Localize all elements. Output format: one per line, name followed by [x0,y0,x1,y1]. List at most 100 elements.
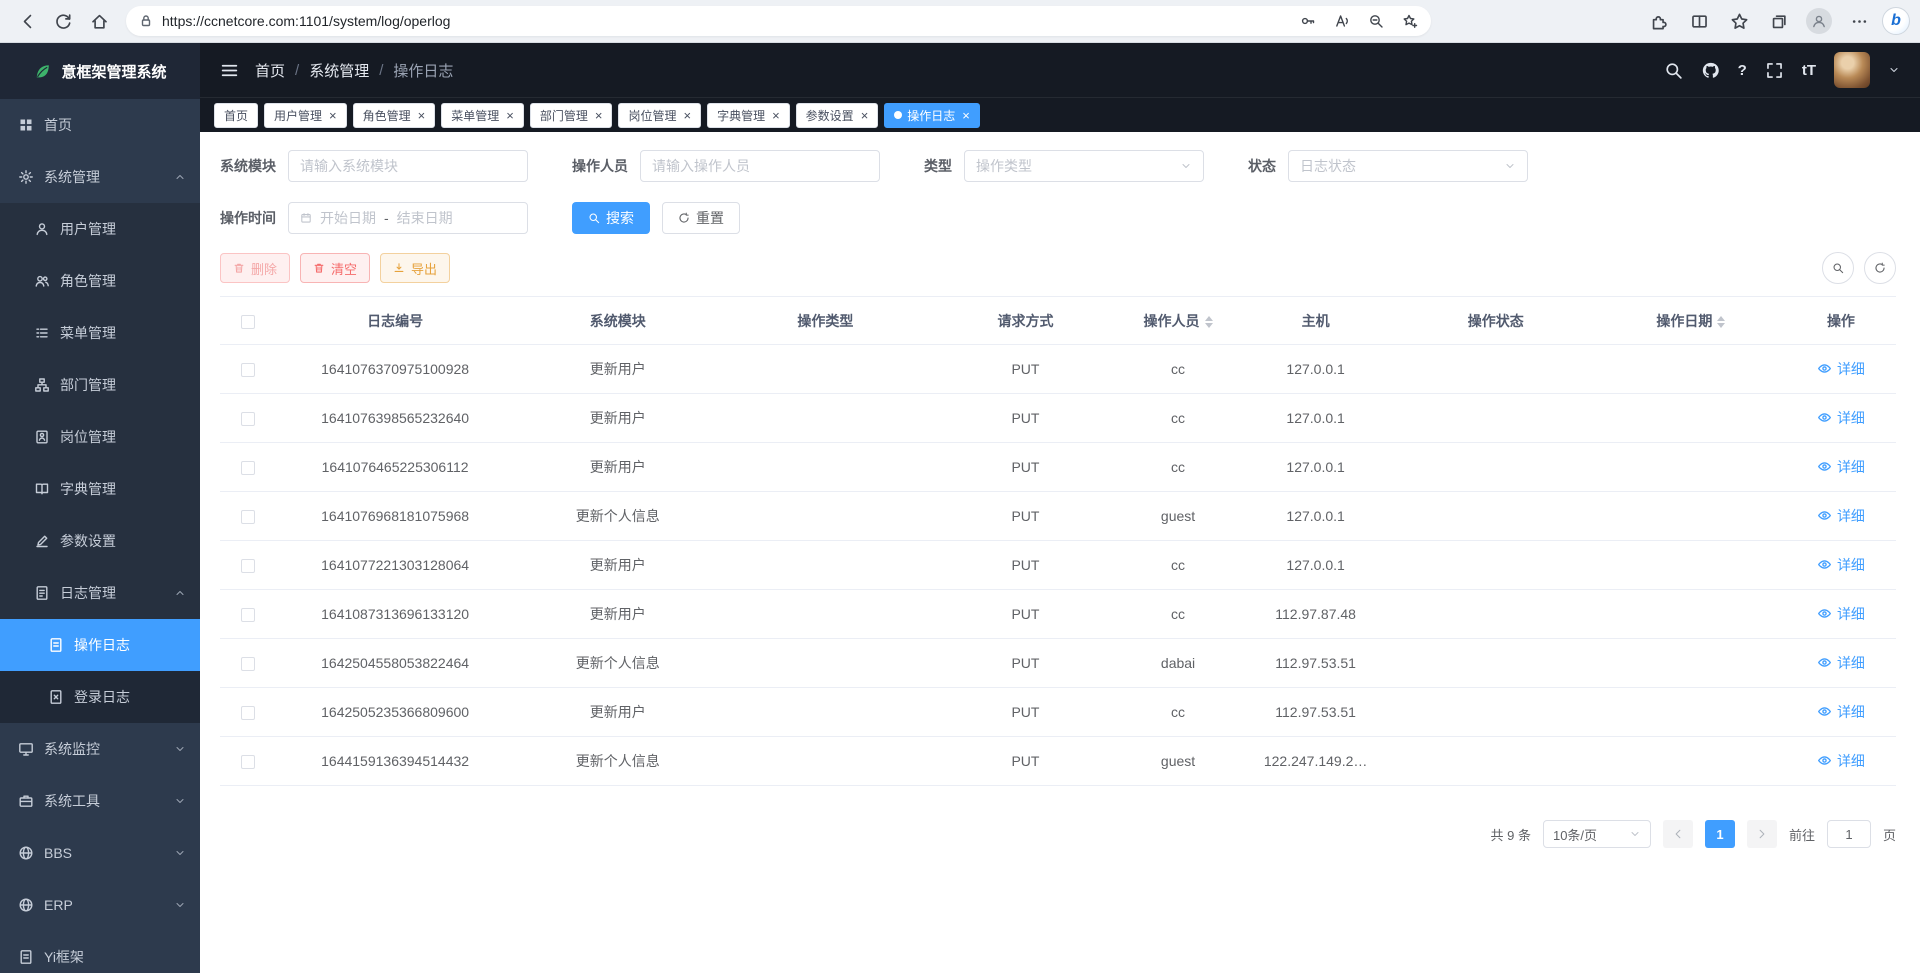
sidebar-item-tool[interactable]: 系统工具 [0,775,200,827]
font-size-button[interactable]: tT [1802,62,1816,79]
tab-post[interactable]: 岗位管理× [618,103,701,128]
detail-link[interactable]: 详细 [1817,457,1865,477]
bing-copilot-button[interactable]: b [1882,7,1910,35]
sidebar-item-menu[interactable]: 菜单管理 [0,307,200,359]
tab-close-icon[interactable]: × [329,109,337,122]
refresh-table-button[interactable] [1864,252,1896,284]
column-header-date[interactable]: 操作日期 [1596,297,1786,345]
github-link[interactable] [1701,61,1720,80]
collections-button[interactable] [1762,5,1796,37]
detail-link[interactable]: 详细 [1817,359,1865,379]
tab-home[interactable]: 首页 [214,103,258,128]
sidebar-item-yi[interactable]: Yi框架 [0,931,200,973]
tab-dict[interactable]: 字典管理× [707,103,790,128]
start-date-placeholder[interactable]: 开始日期 [320,208,376,228]
delete-button[interactable]: 删除 [220,253,290,283]
breadcrumb-item[interactable]: 首页 [255,60,285,81]
detail-link[interactable]: 详细 [1817,408,1865,428]
page-size-select[interactable]: 10条/页 [1543,820,1651,848]
sidebar-item-role[interactable]: 角色管理 [0,255,200,307]
select-all-checkbox[interactable] [241,315,255,329]
sort-carets[interactable] [1717,316,1725,328]
tab-dept[interactable]: 部门管理× [530,103,613,128]
url-text[interactable]: https://ccnetcore.com:1101/system/log/op… [162,13,450,29]
sidebar-item-dict[interactable]: 字典管理 [0,463,200,515]
end-date-placeholder[interactable]: 结束日期 [397,208,453,228]
row-checkbox[interactable] [241,363,255,377]
table-row[interactable]: 1644159136394514432更新个人信息PUTguest122.247… [220,737,1896,786]
row-checkbox[interactable] [241,559,255,573]
type-select[interactable]: 操作类型 [964,150,1204,182]
tab-user[interactable]: 用户管理× [264,103,347,128]
tab-menu[interactable]: 菜单管理× [441,103,524,128]
detail-link[interactable]: 详细 [1817,653,1865,673]
row-checkbox[interactable] [241,608,255,622]
detail-link[interactable]: 详细 [1817,604,1865,624]
tab-close-icon[interactable]: × [962,109,970,122]
detail-link[interactable]: 详细 [1817,751,1865,771]
address-bar[interactable]: https://ccnetcore.com:1101/system/log/op… [126,6,1431,36]
breadcrumb-item[interactable]: 系统管理 [309,60,369,81]
page-number-button[interactable]: 1 [1705,820,1735,848]
toggle-search-button[interactable] [1822,252,1854,284]
header-search-button[interactable] [1664,61,1683,80]
table-row[interactable]: 1641087313696133120更新用户PUTcc112.97.87.48… [220,590,1896,639]
sidebar-item-bbs[interactable]: BBS [0,827,200,879]
tab-close-icon[interactable]: × [683,109,691,122]
table-row[interactable]: 1641076968181075968更新个人信息PUTguest127.0.0… [220,492,1896,541]
collapse-sidebar-button[interactable] [220,61,239,80]
sidebar-item-user[interactable]: 用户管理 [0,203,200,255]
favorites-button[interactable] [1722,5,1756,37]
export-button[interactable]: 导出 [380,253,450,283]
zoom-button[interactable] [1361,8,1391,34]
fullscreen-button[interactable] [1765,61,1784,80]
tab-close-icon[interactable]: × [506,109,514,122]
search-button[interactable]: 搜索 [572,202,650,234]
operator-input[interactable] [652,158,868,174]
table-row[interactable]: 1642505235366809600更新用户PUTcc112.97.53.51… [220,688,1896,737]
next-page-button[interactable] [1747,820,1777,848]
sidebar-item-operlog[interactable]: 操作日志 [0,619,200,671]
tab-param[interactable]: 参数设置× [796,103,879,128]
date-range-picker[interactable]: 开始日期 - 结束日期 [288,202,528,234]
tab-role[interactable]: 角色管理× [353,103,436,128]
tab-close-icon[interactable]: × [595,109,603,122]
table-row[interactable]: 1641077221303128064更新用户PUTcc127.0.0.1详细 [220,541,1896,590]
help-button[interactable]: ? [1738,62,1747,79]
split-screen-button[interactable] [1682,5,1716,37]
detail-link[interactable]: 详细 [1817,555,1865,575]
reset-button[interactable]: 重置 [662,202,740,234]
tab-close-icon[interactable]: × [772,109,780,122]
module-input[interactable] [300,158,516,174]
row-checkbox[interactable] [241,461,255,475]
add-favorite-button[interactable] [1395,8,1425,34]
table-row[interactable]: 1642504558053822464更新个人信息PUTdabai112.97.… [220,639,1896,688]
column-header-operator[interactable]: 操作人员 [1121,297,1236,345]
extensions-button[interactable] [1642,5,1676,37]
sidebar-item-post[interactable]: 岗位管理 [0,411,200,463]
chevron-down-icon[interactable] [1888,64,1900,76]
breadcrumb-item[interactable]: 操作日志 [393,60,453,81]
row-checkbox[interactable] [241,412,255,426]
tab-close-icon[interactable]: × [861,109,869,122]
tab-operlog[interactable]: 操作日志× [884,103,980,128]
browser-refresh-button[interactable] [46,5,80,37]
prev-page-button[interactable] [1663,820,1693,848]
password-key-button[interactable] [1293,8,1323,34]
sidebar-item-home[interactable]: 首页 [0,99,200,151]
app-logo[interactable]: 意框架管理系统 [0,43,200,99]
browser-profile-button[interactable] [1802,5,1836,37]
table-row[interactable]: 1641076465225306112更新用户PUTcc127.0.0.1详细 [220,443,1896,492]
sidebar-item-erp[interactable]: ERP [0,879,200,931]
sidebar-item-system[interactable]: 系统管理 [0,151,200,203]
tab-close-icon[interactable]: × [418,109,426,122]
goto-page-input[interactable] [1827,820,1871,848]
sidebar-item-loginlog[interactable]: 登录日志 [0,671,200,723]
row-checkbox[interactable] [241,510,255,524]
table-row[interactable]: 1641076370975100928更新用户PUTcc127.0.0.1详细 [220,345,1896,394]
status-select[interactable]: 日志状态 [1288,150,1528,182]
table-row[interactable]: 1641076398565232640更新用户PUTcc127.0.0.1详细 [220,394,1896,443]
clear-button[interactable]: 清空 [300,253,370,283]
detail-link[interactable]: 详细 [1817,702,1865,722]
row-checkbox[interactable] [241,755,255,769]
